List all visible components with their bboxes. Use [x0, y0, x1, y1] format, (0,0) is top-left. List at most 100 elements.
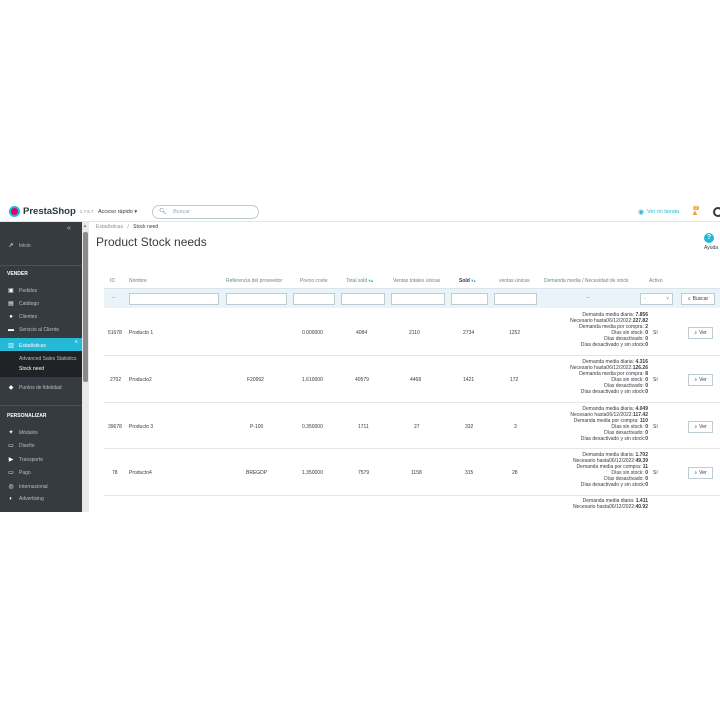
sidebar-scrollbar[interactable]: ▲	[82, 222, 89, 512]
puzzle-icon: ✦	[8, 430, 14, 436]
table-row[interactable]: 39678 Producto 3 P-100 0.350000 1711 27 …	[104, 403, 720, 449]
cell-ventas-totales: 27	[414, 424, 420, 430]
cell-ventas-totales: 4468	[410, 377, 422, 383]
sidebar-item-inicio[interactable]: ↗ Inicio	[7, 242, 31, 250]
sidebar-item-servicio[interactable]: ▬ Servicio al Cliente	[7, 327, 59, 333]
filter-total-sold-input[interactable]	[341, 293, 385, 305]
sort-icon[interactable]: ▾▴	[471, 278, 476, 283]
sidebar-item-clientes[interactable]: ● Clientes	[7, 314, 37, 320]
version-label: 1.7.6.7	[79, 209, 94, 214]
column-header-demanda[interactable]: Demanda media / Necesidad de stock	[544, 278, 629, 284]
demand-disabled-no-stock: Días desactivado y sin stock:0	[534, 389, 648, 395]
sidebar-item-modulos[interactable]: ✦ Módulos	[7, 429, 38, 437]
divider	[0, 405, 82, 406]
column-header-ventas-unicas[interactable]: ventas únicas	[499, 278, 530, 284]
filter-ventas-unicas-input[interactable]	[494, 293, 537, 305]
filter-referencia-input[interactable]	[226, 293, 287, 305]
sidebar-item-estadisticas[interactable]: ▥ Estadísticas ˄	[0, 338, 82, 351]
sort-icon[interactable]: ▾▴	[369, 278, 374, 283]
app-window: PrestaShop 1.7.6.7 Acceso rápido ▾ 🔍︎ Bu…	[0, 200, 720, 512]
chart-icon: ▥	[8, 343, 14, 349]
filter-nombre-input[interactable]	[129, 293, 219, 305]
submenu-estadisticas: Advanced Sales Statistics Stock need	[0, 351, 82, 377]
filter-precio-input[interactable]	[293, 293, 335, 305]
cell-sold: 1421	[463, 377, 475, 383]
submenu-item-advanced-sales[interactable]: Advanced Sales Statistics	[19, 356, 77, 362]
cell-nombre: Producto 3	[129, 424, 154, 430]
collapse-sidebar-button[interactable]: «	[67, 225, 71, 232]
breadcrumb-separator: /	[127, 224, 129, 230]
view-button-label: Ver	[699, 424, 707, 430]
cell-id: 78	[112, 470, 118, 476]
cell-sold: 315	[465, 470, 474, 476]
view-button[interactable]: ⌕ Ver	[688, 327, 713, 339]
demand-value: 0	[645, 389, 648, 395]
column-header-total-sold[interactable]: Total sold ▾▴	[346, 278, 373, 284]
demand-value: 0	[645, 482, 648, 488]
filter-ventas-totales-input[interactable]	[391, 293, 445, 305]
logo-text: PrestaShop	[23, 206, 76, 217]
sidebar-item-label: Módulos	[19, 429, 38, 436]
view-my-store-link[interactable]: ◉ Ver mi tienda	[638, 208, 679, 216]
column-header-ventas-totales[interactable]: Ventas totales únicas	[393, 278, 440, 284]
view-button[interactable]: ⌕ Ver	[688, 374, 713, 386]
cell-activo: Sí	[653, 377, 658, 383]
table-row[interactable]: Demanda media diaria: 1.411 Necesario ha…	[104, 496, 720, 512]
zoom-icon: ⌕	[694, 330, 698, 336]
page-title: Product Stock needs	[96, 235, 207, 249]
table-row[interactable]: 2702 Producto2 F20992 1.610000 40579 446…	[104, 356, 720, 403]
view-button-label: Ver	[699, 470, 707, 476]
search-button[interactable]: ⌕ Buscar	[681, 293, 715, 305]
stock-needs-table: ID Nombre Referencia del proveedor Preci…	[104, 272, 720, 512]
sidebar-item-internacional[interactable]: ◎ Internacional	[7, 483, 48, 491]
sidebar-item-advertising[interactable]: ◐ Advertising	[7, 496, 44, 502]
column-header-nombre[interactable]: Nombre	[129, 278, 147, 284]
cell-ventas-unicas: 28	[512, 470, 518, 476]
search-input[interactable]: 🔍︎ Buscar	[152, 205, 259, 219]
prestashop-logo[interactable]: PrestaShop 1.7.6.7	[9, 206, 94, 217]
sidebar-item-pedidos[interactable]: ▣ Pedidos	[7, 287, 37, 295]
column-header-id[interactable]: ID	[110, 278, 115, 284]
notification-badge: 11	[693, 206, 699, 210]
demand-value: 40.92	[635, 504, 648, 510]
column-header-precio[interactable]: Precio coste	[300, 278, 328, 284]
cell-nombre: Producto4	[129, 470, 152, 476]
cell-demanda: Demanda media diaria: 4.049 Necesario ha…	[534, 406, 648, 442]
cell-demanda: Demanda media diaria: 1.702 Necesario ha…	[534, 452, 648, 488]
notifications-button[interactable]: ▲ 11	[691, 206, 701, 217]
sidebar-item-label: Inicio	[19, 242, 31, 249]
sidebar-item-label: Internacional	[19, 483, 48, 490]
view-button[interactable]: ⌕ Ver	[688, 421, 713, 433]
help-button[interactable]: ? Ayuda	[704, 233, 718, 251]
column-header-activo[interactable]: Activo	[649, 278, 663, 284]
chevron-up-icon: ˄	[74, 340, 78, 346]
sidebar-item-pago[interactable]: ▭ Pago	[7, 469, 31, 477]
table-row[interactable]: 78 Producto4 BREGDP 1.350000 7579 1158 3…	[104, 449, 720, 496]
cell-ventas-unicas: 172	[510, 377, 519, 383]
sidebar-item-diseno[interactable]: ▭ Diseño	[7, 442, 34, 450]
cell-ventas-totales: 2110	[409, 330, 420, 336]
sidebar-item-fidelidad[interactable]: ◆ Puntos de fidelidad	[7, 384, 62, 392]
column-header-label: Sold	[459, 278, 470, 284]
sidebar-item-label: Advertising	[19, 496, 44, 502]
sidebar-item-label: Pago	[19, 469, 31, 476]
quick-access-dropdown[interactable]: Acceso rápido ▾	[98, 209, 137, 215]
submenu-item-stock-need[interactable]: Stock need	[19, 366, 44, 372]
tag-icon: ◆	[8, 385, 14, 391]
sidebar-item-content: ▥ Estadísticas	[7, 342, 46, 350]
scrollbar-thumb[interactable]	[83, 232, 88, 382]
table-row[interactable]: 51678 Producto 1 0.000000 4084 2110 2734…	[104, 309, 720, 356]
cell-nombre: Producto2	[129, 377, 152, 383]
filter-sold-input[interactable]	[451, 293, 488, 305]
view-button[interactable]: ⌕ Ver	[688, 467, 713, 479]
breadcrumb-parent[interactable]: Estadísticas	[96, 224, 123, 230]
sidebar-item-catalogo[interactable]: ▤ Catálogo	[7, 300, 39, 308]
column-header-referencia[interactable]: Referencia del proveedor	[226, 278, 282, 284]
eye-icon: ◉	[638, 209, 645, 216]
sidebar-item-transporte[interactable]: ▶ Transporte	[7, 456, 43, 464]
filter-activo-select[interactable]: - ˅	[640, 293, 673, 305]
demand-disabled-no-stock: Días desactivado y sin stock:0	[534, 482, 648, 488]
cell-id: 51678	[108, 330, 122, 336]
profile-icon[interactable]	[713, 207, 720, 217]
column-header-sold[interactable]: Sold ▾▴	[459, 278, 476, 284]
